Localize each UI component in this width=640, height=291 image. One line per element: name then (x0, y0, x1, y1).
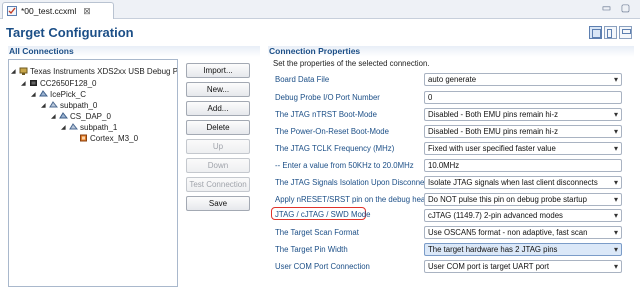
tree-item-icepick[interactable]: ◢ IcePick_C (31, 89, 86, 99)
board-data-file-select[interactable]: auto generate (424, 73, 622, 86)
tree-item-cs-dap[interactable]: ◢ CS_DAP_0 (51, 111, 111, 121)
connection-icon (19, 67, 28, 75)
scan-format-select[interactable]: Use OSCAN5 format - non adaptive, fast s… (424, 226, 622, 239)
advanced-view-icon[interactable] (604, 26, 617, 39)
source-view-icon[interactable] (619, 26, 632, 39)
ntrst-boot-mode-select[interactable]: Disabled - Both EMU pins remain hi-z (424, 108, 622, 121)
pin-width-select[interactable]: The target hardware has 2 JTAG pins (424, 243, 622, 256)
ccxml-file-icon (7, 6, 17, 16)
connections-tree[interactable]: ◢ Texas Instruments XDS2xx USB Debug Pro… (8, 59, 178, 287)
nreset-pin-select[interactable]: Do NOT pulse this pin on debug probe sta… (424, 193, 622, 206)
editor-tab-bar: *00_test.ccxml ⊠ ▭ ▢ (0, 0, 640, 19)
all-connections-pane: All Connections ◢ Texas Instruments XDS2… (8, 46, 260, 291)
prop-label-com-port: User COM Port Connection (275, 262, 370, 271)
dap-icon (59, 112, 68, 119)
basic-view-icon[interactable] (589, 26, 602, 39)
router-icon (39, 90, 48, 97)
all-connections-title: All Connections (8, 46, 260, 57)
prop-label-pin-width: The Target Pin Width (275, 245, 348, 254)
prop-label-port-number: Debug Probe I/O Port Number (275, 93, 380, 102)
minimize-icon[interactable]: ▭ (600, 3, 613, 15)
device-icon (30, 80, 37, 86)
tree-item-label: CC2650F128_0 (40, 78, 97, 88)
port-number-field[interactable]: 0 (424, 91, 622, 104)
cpu-icon (80, 134, 87, 142)
tree-item-label: subpath_1 (80, 122, 118, 132)
expand-icon[interactable]: ◢ (31, 91, 37, 98)
close-tab-icon[interactable]: ⊠ (83, 6, 91, 17)
frequency-value-field[interactable]: 10.0MHz (424, 159, 622, 172)
power-on-reset-select[interactable]: Disabled - Both EMU pins remain hi-z (424, 125, 622, 138)
up-button[interactable]: Up (186, 139, 250, 154)
editor-tab-title: *00_test.ccxml (21, 6, 77, 16)
prop-label-ntrst-boot-mode: The JTAG nTRST Boot-Mode (275, 110, 377, 119)
tree-item-debug-probe[interactable]: ◢ Texas Instruments XDS2xx USB Debug Pro… (11, 66, 178, 76)
tree-item-label: subpath_0 (60, 100, 98, 110)
prop-label-signals-isolation: The JTAG Signals Isolation Upon Disconne… (275, 178, 431, 187)
down-button[interactable]: Down (186, 158, 250, 173)
tree-item-label: IcePick_C (50, 89, 87, 99)
com-port-select[interactable]: User COM port is target UART port (424, 260, 622, 273)
prop-label-frequency-value: -- Enter a value from 50KHz to 20.0MHz (275, 161, 414, 170)
prop-label-board-data-file: Board Data File (275, 75, 330, 84)
signals-isolation-select[interactable]: Isolate JTAG signals when last client di… (424, 176, 622, 189)
add-button[interactable]: Add... (186, 101, 250, 116)
expand-icon[interactable]: ◢ (21, 80, 27, 87)
tree-item-cortex-m3[interactable]: Cortex_M3_0 (79, 133, 138, 143)
page-title: Target Configuration (6, 25, 134, 40)
import-button[interactable]: Import... (186, 63, 250, 78)
expand-icon[interactable]: ◢ (41, 102, 47, 109)
prop-label-nreset-pin: Apply nRESET/SRST pin on the debug heade… (275, 195, 437, 204)
delete-button[interactable]: Delete (186, 120, 250, 135)
expand-icon[interactable]: ◢ (51, 113, 57, 120)
tree-item-subpath-1[interactable]: ◢ subpath_1 (61, 122, 117, 132)
maximize-icon[interactable]: ▢ (619, 3, 632, 15)
tree-item-label: Texas Instruments XDS2xx USB Debug Prob (30, 66, 178, 76)
editor-tab[interactable]: *00_test.ccxml ⊠ (2, 2, 114, 19)
tree-item-subpath-0[interactable]: ◢ subpath_0 (41, 100, 97, 110)
tclk-frequency-select[interactable]: Fixed with user specified faster value (424, 142, 622, 155)
editor-header: Target Configuration (0, 19, 640, 45)
expand-icon[interactable]: ◢ (61, 124, 67, 131)
prop-label-tclk-frequency: The JTAG TCLK Frequency (MHz) (275, 144, 395, 153)
expand-icon[interactable]: ◢ (11, 68, 17, 75)
connection-properties-title: Connection Properties (268, 46, 634, 57)
subpath-icon (69, 123, 78, 130)
test-connection-button[interactable]: Test Connection (186, 177, 250, 192)
subpath-icon (49, 101, 58, 108)
tree-item-device[interactable]: ◢ CC2650F128_0 (21, 78, 96, 88)
tree-item-label: CS_DAP_0 (70, 111, 111, 121)
save-button[interactable]: Save (186, 196, 250, 211)
connection-properties-pane: Connection Properties Set the properties… (268, 46, 634, 291)
prop-label-power-on-reset: The Power-On-Reset Boot-Mode (275, 127, 389, 136)
prop-label-jtag-mode: JTAG / cJTAG / SWD Mode (275, 210, 371, 219)
properties-description: Set the properties of the selected conne… (273, 59, 430, 68)
prop-label-scan-format: The Target Scan Format (275, 228, 359, 237)
new-button[interactable]: New... (186, 82, 250, 97)
jtag-mode-select[interactable]: cJTAG (1149.7) 2-pin advanced modes (424, 209, 622, 222)
tree-item-label: Cortex_M3_0 (90, 133, 139, 143)
